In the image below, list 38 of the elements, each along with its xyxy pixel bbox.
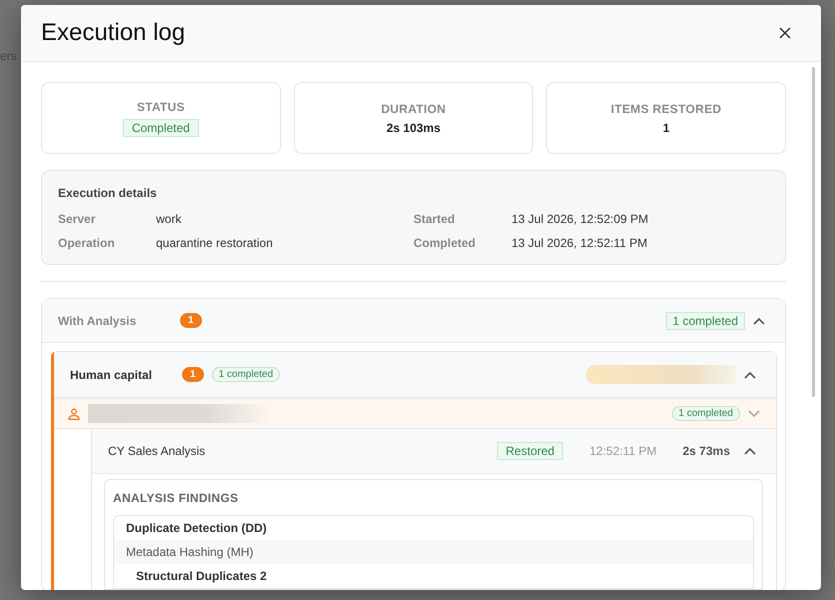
group-title: With Analysis	[58, 314, 138, 328]
field-label: Server	[58, 212, 96, 226]
stat-label: ITEMS RESTORED	[610, 102, 722, 116]
field-label: Completed	[414, 236, 477, 250]
user-row[interactable]: 1 completed	[54, 399, 776, 429]
close-icon[interactable]	[779, 27, 791, 39]
item-duration: 2s 73ms	[682, 444, 730, 458]
field-value: quarantine restoration	[156, 236, 273, 250]
stat-label: STATUS	[136, 100, 185, 114]
item-name: CY Sales Analysis	[108, 444, 206, 458]
stat-value: 2s 103ms	[386, 120, 441, 134]
summary-badge: 1 completed	[212, 367, 280, 382]
dialog-title: Execution log	[41, 19, 186, 47]
finding-method: Metadata Hashing (MH)	[114, 540, 753, 564]
count-badge: 1	[182, 367, 204, 382]
stat-label: DURATION	[381, 102, 446, 116]
item-time: 12:52:11 PM	[589, 444, 657, 458]
field-label: Operation	[58, 236, 116, 250]
stat-value: 1	[662, 120, 670, 134]
status-badge: Restored	[496, 442, 564, 460]
field-value: 13 Jul 2026, 12:52:09 PM	[512, 212, 648, 226]
chevron-up-icon[interactable]	[753, 316, 765, 324]
field-value: work	[156, 212, 182, 226]
summary-badge: 1 completed	[672, 406, 740, 421]
category-title: Human capital	[70, 368, 154, 382]
details-title: Execution details	[58, 186, 158, 200]
scrollbar[interactable]	[812, 67, 815, 397]
findings-title: ANALYSIS FINDINGS	[113, 491, 238, 505]
finding-result: Structural Duplicates 2	[135, 568, 268, 585]
finding-heading: Duplicate Detection (DD)	[125, 520, 268, 537]
status-badge: Completed	[122, 118, 199, 136]
person-icon	[68, 408, 80, 420]
field-label: Started	[414, 212, 456, 226]
summary-badge: 1 completed	[666, 312, 745, 330]
count-badge: 1	[180, 313, 202, 328]
chevron-up-icon[interactable]	[744, 370, 756, 378]
chevron-up-icon[interactable]	[744, 447, 756, 455]
field-value: 13 Jul 2026, 12:52:11 PM	[512, 236, 648, 250]
